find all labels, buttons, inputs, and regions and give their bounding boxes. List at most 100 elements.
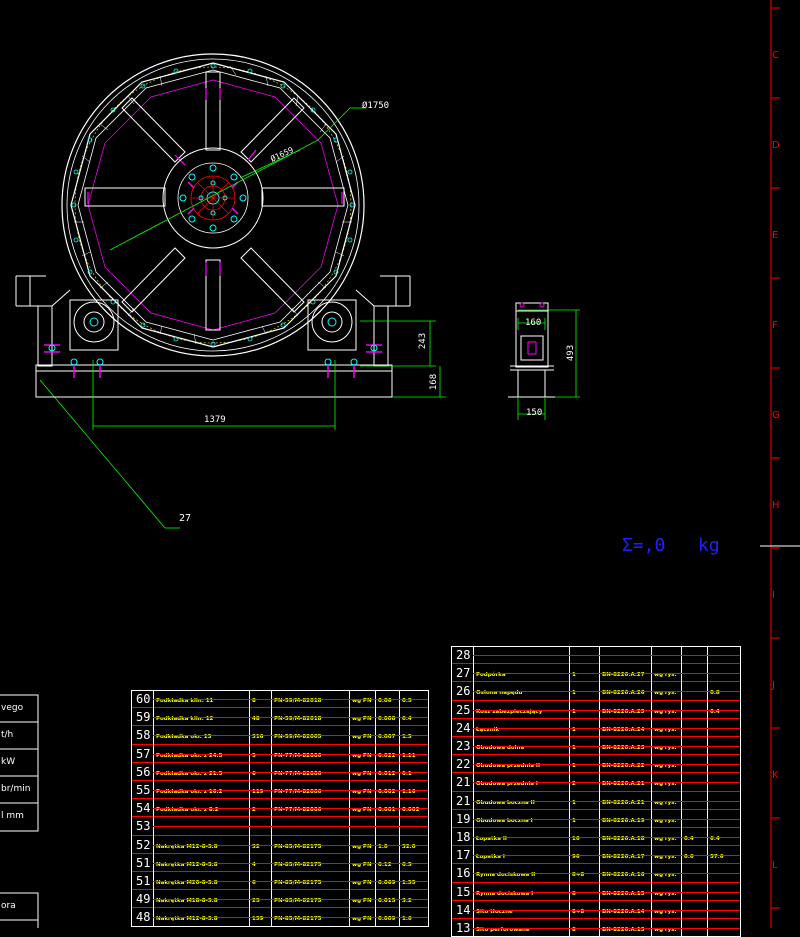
bom-row: 51 Nakrętka M12-8-5.8 4 PN-85/M-82175 wg PN 0… [131, 853, 429, 872]
bom-cell-no: 15 [451, 882, 473, 901]
bom-row: 24 Łącznik 1 BN-8226.A.24 wg rys. [451, 718, 741, 737]
dim-height-2: 168 [429, 373, 440, 391]
dim-height-1: 243 [418, 332, 429, 350]
bom-cell-no: 18 [451, 828, 473, 847]
zone-letter: G [772, 410, 780, 421]
bom-row: 60 Podkładka klin. 11 8 PN-59/M-82018 wg PN 0… [131, 690, 429, 709]
bom-row-rule [153, 826, 429, 828]
bom-row: 49 Nakrętka M18-8-5.8 25 PN-85/M-82175 wg PN… [131, 890, 429, 909]
bom-row: 19 Obudowa boczna I 1 BN-8226.A.19 wg rys. [451, 809, 741, 828]
bom-row: 14 Sito tłoczne 8+8 BN-8226.A.14 wg rys. [451, 900, 741, 919]
bom-row: 16 Rynna dociskowa II 8+8 BN-8226.A.16 wg ry… [451, 864, 741, 883]
dim-outer-diameter: Ø1750 [362, 101, 390, 111]
bom-row: 13 Sito perforowane 8 BN-8226.A.13 wg rys. [451, 919, 741, 937]
bom-row: 48 Nakrętka M12-8-5.8 159 PN-85/M-82175 wg P… [131, 908, 429, 927]
bom-cell-no: 19 [451, 809, 473, 828]
bom-cell-no: 14 [451, 900, 473, 919]
bom-cell-no: 28 [451, 646, 473, 665]
bom-row-rule [153, 899, 429, 901]
bom-row: 55 Podkładka okr. z 16.2 119 PN-77/M-82006 w… [131, 781, 429, 800]
zone-labels: C D E F G H I J K L [771, 0, 785, 928]
bom-cell-no: 55 [131, 781, 153, 800]
bom-row-rule [473, 764, 741, 766]
bom-row-rule [153, 735, 429, 737]
tech-data-unit: br/min [1, 784, 31, 794]
bom-row: 58 Podkładka okr. 13 316 PN-59/M-82005 wg PN… [131, 726, 429, 745]
bom-row: 25 Kosz zabezpieczający 1 BN-8226.A.25 wg ry… [451, 700, 741, 719]
bom-cell-no: 48 [131, 908, 153, 927]
bom-row: 28 [451, 646, 741, 665]
tech-data-unit: ora [1, 901, 16, 911]
bom-cell-no: 53 [131, 817, 153, 836]
dim-box-height: 493 [566, 344, 577, 362]
zone-letter: F [772, 320, 778, 331]
bom-row-rule [473, 782, 741, 784]
bom-row: 17 Łopatka I 96 BN-8226.A.17 wg rys. 0.6 57.6 [451, 846, 741, 865]
bom-cell-no: 52 [131, 835, 153, 854]
bom-row-rule [153, 862, 429, 864]
bom-row-rule [473, 818, 741, 820]
bom-row-rule [153, 699, 429, 701]
zone-letter: H [772, 500, 780, 511]
bom-cell-no: 22 [451, 755, 473, 774]
bom-row: 54 Podkładka okr. z 8.2 2 PN-77/M-82006 wg P… [131, 799, 429, 818]
bom-row: 51 Nakrętka M20-8-5.8 6 PN-85/M-82175 wg PN 0… [131, 872, 429, 891]
bom-row-rule [153, 790, 429, 792]
bom-row-rule [473, 709, 741, 711]
tech-data-unit: t/h [1, 730, 14, 740]
bom-cell-no: 51 [131, 872, 153, 891]
mass-total: Σ=,0 kg [622, 535, 720, 556]
tech-data-unit: l mm [1, 811, 24, 821]
bom-row: 15 Rynna dociskowa I 8 BN-8226.A.15 wg rys. [451, 882, 741, 901]
bom-row-rule [473, 928, 741, 930]
bom-row-rule [473, 691, 741, 693]
bom-row-rule [153, 881, 429, 883]
dim-box-width: 160 [525, 318, 542, 328]
zone-letter: K [772, 770, 779, 781]
bom-row: 18 Łopatka II 16 BN-8226.A.18 wg rys. 0.4 6.4 [451, 828, 741, 847]
bom-row-rule [153, 917, 429, 919]
bom-cell-no: 59 [131, 708, 153, 727]
zone-letter: I [772, 590, 775, 601]
wheel-view [39, 53, 366, 529]
zone-letter: D [772, 140, 780, 151]
bom-row-rule [473, 727, 741, 729]
callout-27: 27 [179, 513, 192, 524]
bom-cell-no: 54 [131, 799, 153, 818]
zone-letter: J [772, 680, 775, 691]
bom-row: 21 Obudowa boczna II 1 BN-8226.A.21 wg rys. [451, 791, 741, 810]
bom-cell-no: 58 [131, 726, 153, 745]
bom-row: 53 [131, 817, 429, 836]
zone-letter: L [772, 860, 778, 871]
bom-row-rule [473, 746, 741, 748]
zone-letter: E [772, 230, 779, 241]
bom-row-rule [473, 855, 741, 857]
bom-row: 59 Podkładka klin. 12 48 PN-59/M-82018 wg PN… [131, 708, 429, 727]
bom-cell-no: 60 [131, 690, 153, 709]
bom-cell-no: 49 [131, 890, 153, 909]
tech-data-unit: vego [1, 703, 24, 713]
bom-row-rule [153, 844, 429, 846]
bom-row-rule [473, 837, 741, 839]
bom-cell-no: 21 [451, 773, 473, 792]
bom-row-rule [473, 655, 741, 657]
bom-cell-no: 27 [451, 664, 473, 683]
bom-row-rule [153, 753, 429, 755]
bom-cell-no: 51 [131, 853, 153, 872]
dimension-lines [92, 309, 580, 430]
bom-row-rule [473, 909, 741, 911]
bom-cell-no: 13 [451, 919, 473, 937]
bom-row: 21 Obudowa przednia I 2 BN-8226.A.21 wg rys. [451, 773, 741, 792]
bom-cell-no: 26 [451, 682, 473, 701]
bom-row: 27 Podpórka 1 BN-8226.A.27 wg rys. [451, 664, 741, 683]
bom-cell-no: 56 [131, 762, 153, 781]
bom-row: 56 Podkładka okr. z 21.5 6 PN-77/M-82006 wg … [131, 762, 429, 781]
bom-row-rule [473, 873, 741, 875]
bom-row-rule [153, 771, 429, 773]
bom-row-rule [473, 800, 741, 802]
tech-data-unit: kW [1, 757, 16, 767]
bom-cell-no: 24 [451, 718, 473, 737]
bom-row: 22 Obudowa przednia II 1 BN-8226.A.22 wg rys… [451, 755, 741, 774]
bom-cell-no: 17 [451, 846, 473, 865]
dim-span: 1379 [204, 415, 226, 425]
